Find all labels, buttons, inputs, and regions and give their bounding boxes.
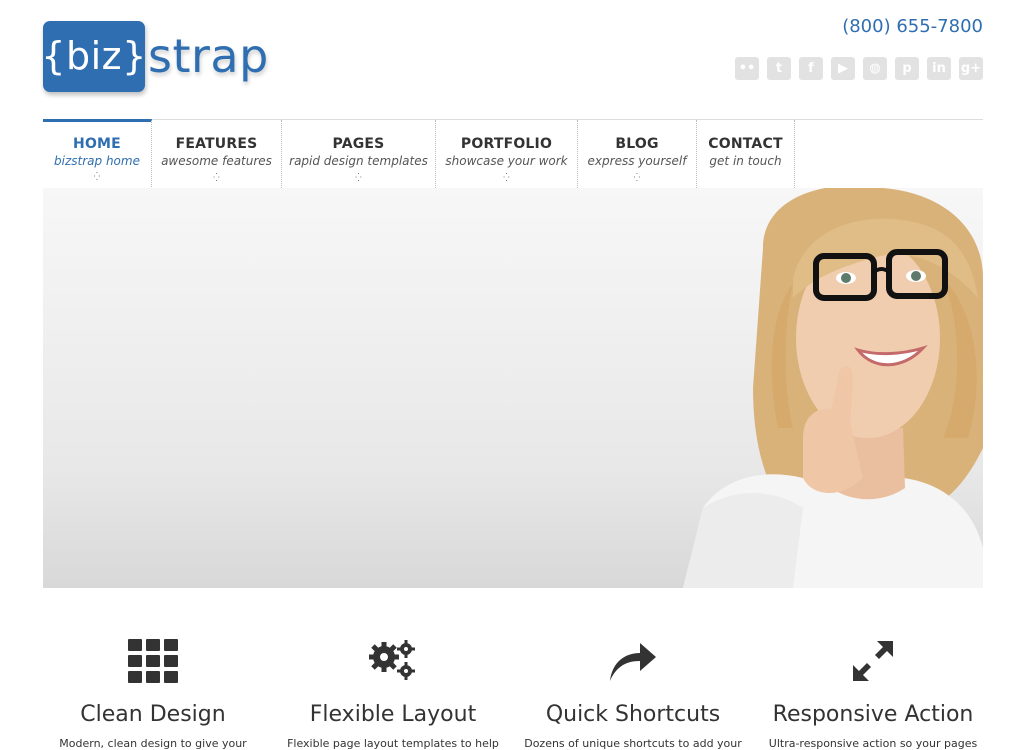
nav-subtitle: awesome features [161, 154, 272, 168]
feature-text: Modern, clean design to give your [59, 737, 247, 750]
nav-title: CONTACT [708, 136, 783, 152]
nav-title: PORTFOLIO [460, 136, 553, 152]
nav-title: BLOG [615, 136, 659, 152]
nav-item-pages[interactable]: PAGES rapid design templates ⁛ [282, 120, 436, 188]
nav-title: HOME [73, 136, 121, 152]
youtube-icon[interactable]: ▶ [831, 57, 855, 80]
nav-subtitle: get in touch [709, 154, 782, 168]
share-arrow-icon [523, 630, 743, 692]
nav-title: PAGES [332, 136, 385, 152]
facebook-icon[interactable]: f [799, 57, 823, 80]
logo-box: {biz} [41, 20, 146, 92]
nav-subtitle: bizstrap home [54, 154, 140, 168]
dropdown-dots-icon: ⁛ [93, 172, 101, 181]
nav-subtitle: showcase your work [445, 154, 568, 168]
linkedin-icon[interactable]: in [927, 57, 951, 80]
grid-icon [43, 630, 263, 692]
nav-item-contact[interactable]: CONTACT get in touch [697, 120, 795, 188]
nav-subtitle: rapid design templates [289, 154, 428, 168]
google-plus-icon[interactable]: g+ [959, 57, 983, 80]
feature-text: Flexible page layout templates to help [287, 737, 499, 750]
dropdown-dots-icon: ⁛ [213, 173, 220, 182]
dropdown-dots-icon: ⁛ [503, 173, 510, 182]
phone-number[interactable]: (800) 655-7800 [842, 16, 983, 37]
features-section: Clean Design Modern, clean design to giv… [43, 630, 983, 750]
dribbble-icon[interactable]: ◍ [863, 57, 887, 80]
dropdown-dots-icon: ⁛ [633, 173, 641, 182]
feature-title: Responsive Action [772, 702, 974, 727]
feature-title: Flexible Layout [309, 702, 477, 727]
gears-icon [283, 630, 503, 692]
feature-text: Dozens of unique shortcuts to add your [524, 737, 742, 750]
twitter-icon[interactable]: t [767, 57, 791, 80]
feature-clean-design: Clean Design Modern, clean design to giv… [43, 630, 263, 750]
logo-text: strap [148, 29, 269, 83]
feature-flexible-layout: Flexible Layout Flexible page layout tem… [283, 630, 503, 750]
nav-item-features[interactable]: FEATURES awesome features ⁛ [152, 120, 282, 188]
site-logo[interactable]: {biz} strap [41, 20, 269, 92]
nav-title: FEATURES [175, 136, 258, 152]
flickr-icon[interactable]: •• [735, 57, 759, 80]
feature-title: Quick Shortcuts [545, 702, 721, 727]
hero-portrait-image [683, 188, 983, 588]
nav-item-home[interactable]: HOME bizstrap home ⁛ [43, 119, 152, 187]
social-links: •• t f ▶ ◍ p in g+ [735, 57, 983, 80]
feature-text: Ultra-responsive action so your pages [768, 737, 978, 750]
pinterest-icon[interactable]: p [895, 57, 919, 80]
expand-arrows-icon [763, 630, 983, 692]
hero-banner [43, 188, 983, 588]
feature-quick-shortcuts: Quick Shortcuts Dozens of unique shortcu… [523, 630, 743, 750]
feature-title: Clean Design [80, 702, 226, 727]
feature-responsive-action: Responsive Action Ultra-responsive actio… [763, 630, 983, 750]
dropdown-dots-icon: ⁛ [355, 173, 362, 182]
nav-subtitle: express yourself [587, 154, 687, 168]
main-nav: HOME bizstrap home ⁛ FEATURES awesome fe… [43, 119, 983, 188]
nav-item-portfolio[interactable]: PORTFOLIO showcase your work ⁛ [436, 120, 578, 188]
nav-item-blog[interactable]: BLOG express yourself ⁛ [578, 120, 697, 188]
